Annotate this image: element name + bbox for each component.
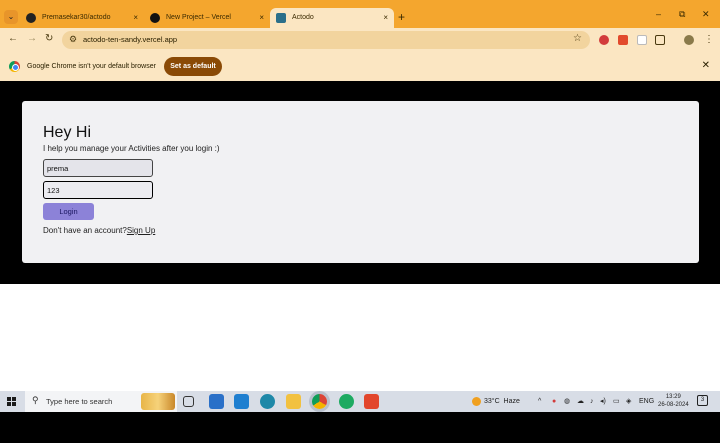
notification-center-icon[interactable]: 3 [697, 395, 708, 406]
vercel-icon [150, 13, 160, 23]
language-indicator[interactable]: ENG [639, 391, 654, 412]
bookmark-star-icon[interactable]: ☆ [573, 33, 582, 44]
brave-shield-icon[interactable] [618, 35, 628, 45]
tab-github[interactable]: Premasekar30/actodo × [20, 8, 144, 28]
set-as-default-button[interactable]: Set as default [164, 57, 222, 76]
minimize-button[interactable]: – [656, 9, 661, 19]
profile-avatar-icon[interactable] [684, 35, 694, 45]
network-icon[interactable]: ◈ [626, 391, 631, 412]
extensions-puzzle-icon[interactable] [655, 35, 665, 45]
chrome-icon [9, 61, 20, 72]
weather-temp: 33°C [484, 398, 500, 405]
default-browser-infobar: Google Chrome isn't your default browser… [0, 52, 720, 81]
file-explorer-icon[interactable] [286, 394, 301, 409]
tab-title: Actodo [292, 14, 314, 21]
clock-time: 13:29 [665, 394, 681, 400]
whatsapp-icon[interactable] [339, 394, 354, 409]
signup-prompt-text: Don't have an account? [43, 226, 127, 235]
windows-start-icon[interactable] [7, 397, 16, 406]
tab-title: New Project – Vercel [166, 14, 231, 21]
tray-cloud-icon[interactable]: ☁ [577, 391, 584, 412]
password-input[interactable] [43, 181, 153, 199]
signup-prompt: Don't have an account?Sign Up [43, 226, 155, 235]
tab-strip: ⌄ Premasekar30/actodo × New Project – Ve… [0, 0, 720, 28]
reload-button[interactable]: ↻ [45, 33, 53, 44]
forward-button[interactable]: → [27, 33, 37, 44]
tab-title: Premasekar30/actodo [42, 14, 111, 21]
tab-actodo[interactable]: Actodo × [270, 8, 394, 28]
letterbox-bottom [0, 412, 720, 443]
infobar-message: Google Chrome isn't your default browser [27, 63, 156, 70]
site-info-icon[interactable]: ⚙ [69, 34, 77, 45]
browser-toolbar: ← → ↻ ⚙ actodo-ten-sandy.vercel.app ☆ [0, 28, 720, 52]
tray-app-icon[interactable]: ◍ [564, 391, 570, 412]
windows-taskbar: ⚲ Type here to search 33°C Haze ^ ● ◍ ☁ … [0, 391, 720, 412]
vscode-icon[interactable] [234, 394, 249, 409]
close-window-button[interactable]: ✕ [702, 9, 710, 20]
tab-vercel[interactable]: New Project – Vercel × [144, 8, 270, 28]
maximize-button[interactable]: ⧉ [679, 9, 685, 20]
page-blank-area [0, 284, 720, 391]
tab-close-button[interactable]: × [133, 8, 138, 28]
tab-close-button[interactable]: × [259, 8, 264, 28]
clock-date: 26-08-2024 [658, 402, 689, 408]
new-tab-button[interactable]: + [398, 10, 405, 24]
username-input[interactable] [43, 159, 153, 177]
tray-record-icon[interactable]: ● [552, 391, 556, 412]
more-menu-icon[interactable]: ⋮ [704, 35, 714, 45]
search-highlight-image [141, 393, 175, 410]
task-view-icon[interactable] [183, 396, 194, 407]
taskbar-search-box[interactable]: ⚲ Type here to search [25, 391, 177, 412]
weather-widget[interactable]: 33°C Haze [472, 391, 520, 412]
tray-overflow-icon[interactable]: ^ [538, 391, 541, 412]
clock[interactable]: 13:29 26-08-2024 [658, 393, 689, 409]
login-button[interactable]: Login [43, 203, 94, 220]
search-placeholder: Type here to search [46, 397, 113, 406]
signup-link[interactable]: Sign Up [127, 226, 155, 235]
extension-red-icon[interactable] [599, 35, 609, 45]
chrome-taskbar-icon[interactable] [312, 394, 327, 409]
recorder-icon[interactable] [364, 394, 379, 409]
edge-icon[interactable] [260, 394, 275, 409]
back-button[interactable]: ← [8, 33, 18, 44]
weather-sun-icon [472, 396, 481, 406]
address-bar[interactable]: ⚙ actodo-ten-sandy.vercel.app ☆ [62, 31, 590, 49]
search-icon: ⚲ [32, 395, 39, 405]
page-viewport: Hey Hi I help you manage your Activities… [0, 81, 720, 284]
store-icon[interactable] [209, 394, 224, 409]
microphone-icon[interactable]: ♪ [590, 391, 594, 412]
actodo-icon [276, 13, 286, 23]
infobar-close-icon[interactable]: ✕ [702, 60, 710, 71]
tab-close-button[interactable]: × [383, 8, 388, 28]
github-icon [26, 13, 36, 23]
page-subtitle: I help you manage your Activities after … [43, 144, 220, 153]
extension-white-icon[interactable] [637, 35, 647, 45]
login-card: Hey Hi I help you manage your Activities… [22, 101, 699, 263]
battery-icon[interactable]: ▭ [613, 391, 620, 412]
page-heading: Hey Hi [43, 124, 92, 141]
volume-icon[interactable]: ◂) [600, 391, 606, 412]
weather-desc: Haze [503, 398, 520, 405]
tab-search-button[interactable]: ⌄ [4, 10, 18, 24]
url-text: actodo-ten-sandy.vercel.app [83, 35, 178, 44]
